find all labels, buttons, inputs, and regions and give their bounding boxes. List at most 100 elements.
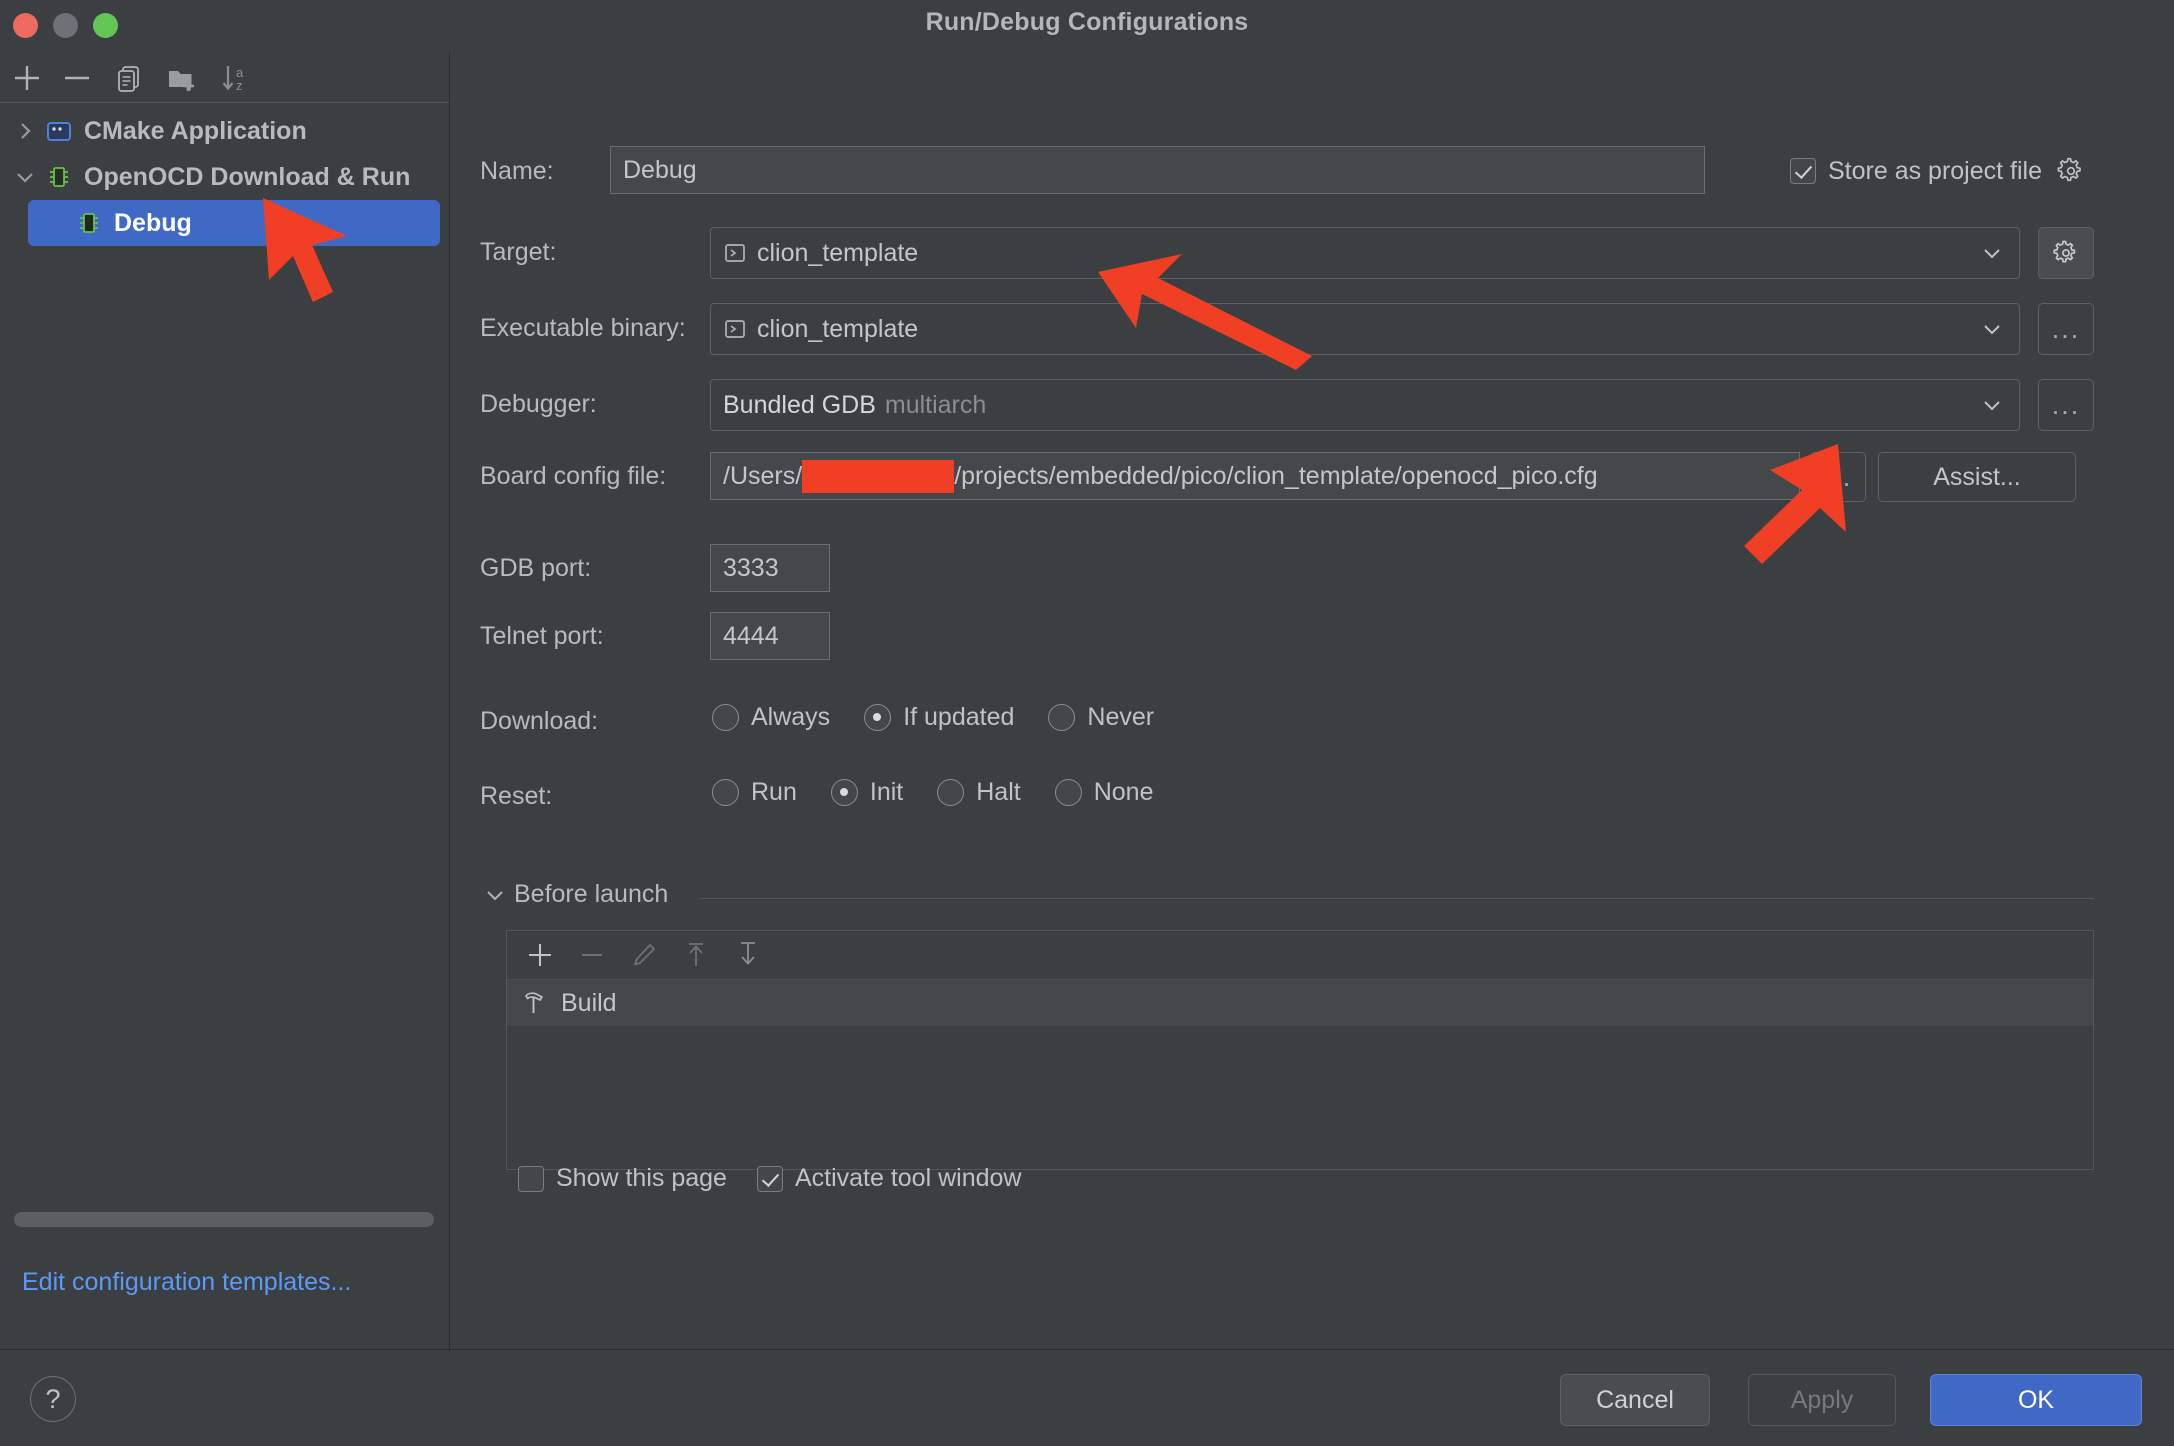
radio-icon[interactable] xyxy=(712,704,739,731)
board-config-file-label: Board config file: xyxy=(480,462,667,490)
before-launch-task-row[interactable]: Build xyxy=(507,980,2093,1026)
sidebar-horizontal-scrollbar[interactable] xyxy=(14,1212,434,1227)
task-label: Build xyxy=(561,988,617,1017)
radio-icon-selected[interactable] xyxy=(830,779,858,806)
remove-configuration-button[interactable] xyxy=(58,59,96,97)
tree-item-cmake-application[interactable]: CMake Application xyxy=(0,108,449,154)
help-button[interactable]: ? xyxy=(30,1376,76,1422)
microchip-icon xyxy=(74,208,104,238)
board-config-assist-button[interactable]: Assist... xyxy=(1878,452,2076,502)
option-label: If updated xyxy=(903,703,1015,731)
show-this-page-checkbox[interactable] xyxy=(518,1165,544,1192)
executable-binary-combobox[interactable]: clion_template xyxy=(710,303,2020,355)
ok-button[interactable]: OK xyxy=(1930,1374,2142,1426)
before-launch-panel: Build xyxy=(506,930,2094,1170)
add-configuration-button[interactable] xyxy=(8,59,46,97)
title-bar: Run/Debug Configurations xyxy=(0,0,2174,52)
option-label: None xyxy=(1093,778,1154,806)
cancel-button[interactable]: Cancel xyxy=(1560,1374,1710,1426)
chevron-down-icon[interactable] xyxy=(12,164,38,190)
board-config-browse-button[interactable]: ... xyxy=(1810,452,1866,502)
debugger-combobox[interactable]: Bundled GDB multiarch xyxy=(710,379,2020,431)
sort-configurations-button[interactable]: a z xyxy=(216,59,254,97)
chevron-right-icon[interactable] xyxy=(12,118,38,144)
hammer-icon xyxy=(521,989,549,1017)
radio-icon[interactable] xyxy=(1054,779,1082,806)
tree-item-debug[interactable]: Debug xyxy=(28,200,440,246)
target-value: clion_template xyxy=(757,238,919,267)
before-launch-title: Before launch xyxy=(514,880,669,908)
executable-binary-browse-button[interactable]: ... xyxy=(2038,303,2094,355)
window-title: Run/Debug Configurations xyxy=(925,8,1249,36)
copy-configuration-button[interactable] xyxy=(110,59,148,97)
telnet-port-label: Telnet port: xyxy=(480,622,604,650)
reset-option-halt[interactable]: Halt xyxy=(937,778,1021,807)
gear-icon[interactable] xyxy=(2056,156,2086,186)
radio-icon[interactable] xyxy=(1048,704,1076,731)
executable-binary-label: Executable binary: xyxy=(480,314,686,342)
tree-item-openocd-download-run[interactable]: OpenOCD Download & Run xyxy=(0,154,449,200)
gdb-port-label: GDB port: xyxy=(480,554,592,582)
minus-icon xyxy=(582,953,602,957)
gear-icon xyxy=(2053,240,2076,263)
reset-option-run[interactable]: Run xyxy=(712,778,797,807)
option-label: Init xyxy=(869,778,904,806)
reset-radio-group: Run Init Halt None xyxy=(712,778,1187,807)
tree-item-label: Debug xyxy=(114,208,192,237)
sidebar-toolbar: a z xyxy=(0,52,449,103)
radio-icon-selected[interactable] xyxy=(864,704,892,731)
store-as-project-file-label: Store as project file xyxy=(1828,156,2042,185)
terminal-icon xyxy=(723,317,747,341)
chevron-down-icon[interactable] xyxy=(484,884,506,906)
before-launch-toolbar xyxy=(507,931,2093,980)
radio-icon[interactable] xyxy=(937,779,965,806)
reset-label: Reset: xyxy=(480,782,553,810)
target-label: Target: xyxy=(480,238,557,266)
option-label: Run xyxy=(751,778,797,806)
debugger-label: Debugger: xyxy=(480,390,597,418)
before-launch-header[interactable]: Before launch xyxy=(484,880,668,909)
reset-option-none[interactable]: None xyxy=(1054,778,1154,807)
cmake-application-icon xyxy=(44,116,74,146)
name-label: Name: xyxy=(480,157,554,185)
chevron-down-icon[interactable] xyxy=(1966,305,2018,353)
dialog-footer: ? Cancel Apply OK xyxy=(0,1349,2174,1446)
activate-tool-window-label: Activate tool window xyxy=(794,1164,1022,1192)
download-option-never[interactable]: Never xyxy=(1048,703,1154,732)
telnet-port-input[interactable]: 4444 xyxy=(710,612,830,660)
download-radio-group: Always If updated Never xyxy=(712,703,1188,732)
option-label: Halt xyxy=(976,778,1021,806)
chevron-down-icon[interactable] xyxy=(1966,229,2018,277)
sort-az-icon: a z xyxy=(222,65,244,93)
chevron-down-icon[interactable] xyxy=(1966,381,2018,429)
new-folder-button[interactable] xyxy=(163,59,201,97)
option-label: Always xyxy=(751,703,831,731)
reset-option-init[interactable]: Init xyxy=(830,778,904,807)
store-as-project-file-row[interactable]: Store as project file xyxy=(1790,156,2086,186)
pencil-icon xyxy=(634,944,655,966)
edit-configuration-templates-link[interactable]: Edit configuration templates... xyxy=(22,1268,351,1297)
add-task-button[interactable] xyxy=(521,936,559,974)
board-config-file-input[interactable]: /Users/ /projects/embedded/pico/clion_tem… xyxy=(710,452,1800,500)
activate-tool-window-checkbox[interactable] xyxy=(756,1165,783,1192)
configurations-tree: CMake Application OpenOCD Download & Run xyxy=(0,104,449,246)
redacted-username xyxy=(802,459,955,493)
store-as-project-file-checkbox[interactable] xyxy=(1790,158,1816,184)
radio-icon[interactable] xyxy=(712,779,739,806)
before-launch-divider xyxy=(700,898,2094,899)
before-launch-checkboxes: Show this page Activate tool window xyxy=(518,1164,1021,1193)
tree-item-label: OpenOCD Download & Run xyxy=(84,162,411,191)
debugger-browse-button[interactable]: ... xyxy=(2038,379,2094,431)
apply-button: Apply xyxy=(1748,1374,1896,1426)
download-option-if-updated[interactable]: If updated xyxy=(864,703,1014,732)
show-this-page-label: Show this page xyxy=(556,1164,727,1192)
debugger-value-secondary: multiarch xyxy=(884,390,987,419)
target-settings-button[interactable] xyxy=(2038,227,2094,279)
gdb-port-input[interactable]: 3333 xyxy=(710,544,830,592)
debugger-value-primary: Bundled GDB xyxy=(723,390,876,419)
target-combobox[interactable]: clion_template xyxy=(710,227,2020,279)
remove-task-button xyxy=(573,936,611,974)
download-label: Download: xyxy=(480,707,599,735)
name-input[interactable]: Debug xyxy=(610,146,1705,194)
download-option-always[interactable]: Always xyxy=(712,703,830,732)
